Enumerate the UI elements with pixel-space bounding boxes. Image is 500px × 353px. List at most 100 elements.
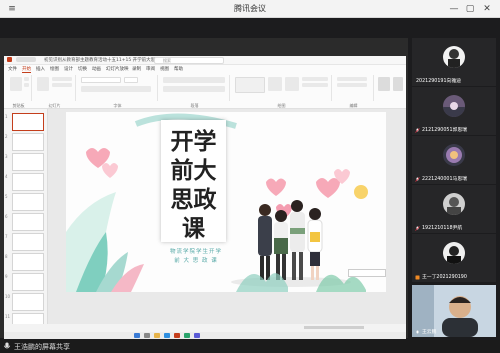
font-format-buttons[interactable] [81, 86, 151, 92]
participant-tile[interactable]: 2221240001马思瑞 [412, 136, 496, 184]
slide-number: 1 [5, 114, 8, 119]
mic-icon [416, 330, 419, 334]
browser-icon[interactable] [164, 333, 170, 338]
slide-editor: 开学 前大 思政 课 物流学院学生开学 前 大 思 政 课 [48, 109, 406, 332]
list-buttons[interactable] [163, 77, 225, 83]
clipboard-group: 剪贴板 [6, 75, 32, 108]
cut-button[interactable] [24, 77, 29, 81]
participant-tile[interactable]: 1921210118尹航 [412, 185, 496, 233]
share-status-bar: 王浩鹏的屏幕共享 [0, 340, 500, 353]
quick-styles-button[interactable] [285, 77, 299, 91]
slide-thumbnail[interactable] [12, 193, 44, 211]
mic-warning-icon [415, 275, 420, 280]
ppt-status-bar [4, 324, 406, 332]
search-icon[interactable] [144, 333, 150, 338]
ppt-search-input[interactable]: 搜索 [154, 57, 224, 64]
close-icon[interactable]: ✕ [481, 3, 493, 15]
slide-thumbnail[interactable] [12, 113, 44, 131]
avatar [443, 144, 465, 166]
slide-number: 8 [5, 254, 8, 259]
slide-thumbnail[interactable] [12, 133, 44, 151]
slide-number: 3 [5, 154, 8, 159]
slide-number: 9 [5, 274, 8, 279]
heart-icon [102, 163, 118, 178]
slide-number: 5 [5, 194, 8, 199]
current-slide[interactable]: 开学 前大 思政 课 物流学院学生开学 前 大 思 政 课 [66, 112, 386, 292]
tab-home[interactable]: 开始 [22, 66, 31, 73]
new-slide-button[interactable] [37, 77, 49, 91]
slide-number: 7 [5, 234, 8, 239]
copy-button[interactable] [24, 83, 29, 87]
mic-icon[interactable] [3, 342, 11, 351]
editing-group: 编辑 [334, 75, 374, 108]
ribbon: 剪贴板 幻灯片 字体 段落 绘图 编辑 [4, 73, 406, 109]
layout-button[interactable] [52, 77, 72, 81]
autosave-toggle[interactable] [16, 57, 36, 62]
font-name-select[interactable] [81, 77, 121, 83]
floating-toolbar[interactable] [348, 269, 386, 277]
minimize-icon[interactable]: — [448, 3, 460, 15]
slide-subtitle-line-1: 物流学院学生开学 [169, 249, 222, 255]
participant-video-tile[interactable]: 王云鹏 [412, 285, 496, 337]
slide-number: 4 [5, 174, 8, 179]
tab-view[interactable]: 视图 [160, 66, 169, 72]
powerpoint-window: 初见识别从教育部主题教育活动十五11+15 开学前大思政课件 搜索 文件 开始 … [4, 56, 406, 332]
slide-subtitle-line-2: 前 大 思 政 课 [174, 258, 218, 264]
dictate-button[interactable] [378, 77, 390, 91]
slide-title-box[interactable]: 开学 前大 思政 课 [161, 120, 226, 242]
tab-review[interactable]: 审阅 [146, 66, 155, 72]
tab-file[interactable]: 文件 [8, 66, 17, 72]
slide-title-line-4: 课 [182, 215, 205, 242]
slide-thumbnail[interactable] [12, 233, 44, 251]
meeting-taskbar-icon[interactable] [184, 333, 190, 338]
drawing-group: 绘图 [232, 75, 332, 108]
app-menu-icon[interactable]: ≡ [6, 3, 18, 15]
font-group: 字体 [78, 75, 158, 108]
tab-insert[interactable]: 插入 [36, 66, 45, 72]
tab-slideshow[interactable]: 幻灯片放映 [106, 66, 129, 72]
slide-thumbnail[interactable] [12, 253, 44, 271]
start-icon[interactable] [134, 333, 140, 338]
heart-icon [266, 178, 286, 196]
tab-record[interactable]: 录制 [132, 66, 141, 72]
paste-button[interactable] [10, 77, 22, 91]
slide-thumbnail[interactable] [12, 213, 44, 231]
slide-thumbnails: 1 2 3 4 5 6 7 8 9 10 11 [4, 109, 48, 332]
tab-transitions[interactable]: 切换 [78, 66, 87, 72]
tab-design[interactable]: 设计 [64, 66, 73, 72]
slide-number: 10 [5, 294, 11, 299]
arrange-button[interactable] [268, 77, 282, 91]
participant-tile[interactable]: 2021290191向雅迪 [412, 38, 496, 86]
powerpoint-icon [7, 57, 12, 62]
zoom-slider[interactable] [304, 326, 364, 329]
shape-outline-button[interactable] [302, 83, 328, 87]
tab-animations[interactable]: 动画 [92, 66, 101, 72]
replace-button[interactable] [337, 83, 367, 87]
slide-thumbnail[interactable] [12, 173, 44, 191]
shape-fill-button[interactable] [302, 77, 328, 81]
windows-taskbar [4, 332, 406, 339]
align-buttons[interactable] [163, 86, 225, 92]
slide-thumbnail[interactable] [12, 153, 44, 171]
shapes-gallery[interactable] [235, 77, 265, 93]
participant-name: 王一丁2021290190 [422, 275, 467, 280]
find-button[interactable] [337, 77, 367, 81]
folder-icon[interactable] [154, 333, 160, 338]
app-taskbar-icon[interactable] [194, 333, 200, 338]
meeting-window: 腾讯会议 ≡ — ▢ ✕ 初见识别从教育部主题教育活动十五11+15 开学前大思… [0, 0, 500, 353]
slide-number: 6 [5, 214, 8, 219]
maximize-icon[interactable]: ▢ [464, 3, 476, 15]
slide-thumbnail[interactable] [12, 273, 44, 291]
tab-help[interactable]: 帮助 [174, 66, 183, 72]
designer-button[interactable] [393, 77, 403, 91]
ribbon-tabs: 文件 开始 插入 绘图 设计 切换 动画 幻灯片放映 录制 审阅 视图 帮助 [4, 65, 406, 73]
font-size-select[interactable] [124, 77, 138, 83]
participant-tile[interactable]: 王一丁2021290190 [412, 234, 496, 282]
reset-button[interactable] [52, 83, 72, 87]
slide-thumbnail[interactable] [12, 293, 44, 311]
tab-draw[interactable]: 绘图 [50, 66, 59, 72]
slide-number: 2 [5, 134, 8, 139]
slide-illustration [66, 113, 368, 292]
participant-tile[interactable]: 2121290051郭思瑞 [412, 87, 496, 135]
powerpoint-taskbar-icon[interactable] [174, 333, 180, 338]
